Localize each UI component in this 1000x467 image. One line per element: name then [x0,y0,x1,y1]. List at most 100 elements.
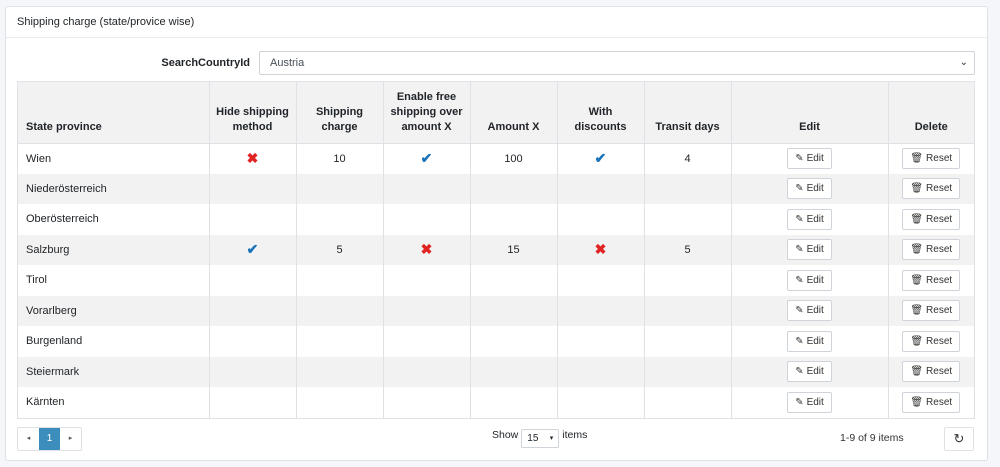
edit-button[interactable]: ✎ Edit [787,300,832,322]
reset-button[interactable]: 🗑 Reset [902,239,961,261]
cell-delete: 🗑 Reset [888,326,974,357]
col-header-hide-shipping[interactable]: Hide shipping method [209,82,297,144]
edit-button[interactable]: ✎ Edit [787,391,832,413]
trash-icon: 🗑 [910,183,924,195]
pencil-icon: ✎ [795,213,804,225]
trash-icon: 🗑 [910,274,924,286]
check-icon: ✔ [420,150,433,166]
state-province-grid: State province Hide shipping method Shipp… [17,81,975,419]
cell-delete: 🗑 Reset [888,143,974,174]
col-header-transit-days[interactable]: Transit days [644,82,732,144]
show-label: Show [492,429,519,441]
cell-state: Wien [18,143,210,174]
reset-button[interactable]: 🗑 Reset [902,300,961,322]
refresh-button[interactable]: ↻ [944,427,974,451]
search-country-label: SearchCountryId [161,57,250,69]
edit-button[interactable]: ✎ Edit [787,330,832,352]
cell-free-shipping [383,387,471,418]
cell-free-shipping [383,295,471,326]
trash-icon: 🗑 [910,213,924,225]
cell-edit: ✎ Edit [731,387,889,418]
page-size-select[interactable]: 15 ▾ [521,428,560,448]
state-province-table: State province Hide shipping method Shipp… [18,82,974,418]
cell-shipping-charge [296,356,384,387]
cell-amount-x: 15 [470,234,558,265]
page-size-control: Show 15 ▾ items [492,423,587,448]
cell-shipping-charge [296,295,384,326]
reset-button[interactable]: 🗑 Reset [902,391,961,413]
table-row: Steiermark ✎ Edit 🗑 Reset [18,356,974,387]
cell-amount-x [470,295,558,326]
cell-shipping-charge [296,387,384,418]
trash-icon: 🗑 [910,366,924,378]
check-icon: ✔ [594,150,607,166]
cell-delete: 🗑 Reset [888,356,974,387]
edit-button[interactable]: ✎ Edit [787,239,832,261]
cell-hide-shipping: ✖ [209,143,297,174]
table-row: Salzburg ✔ 5 ✖ 15 ✖ 5 ✎ Edit 🗑 Reset [18,234,974,265]
cell-amount-x [470,356,558,387]
edit-button[interactable]: ✎ Edit [787,361,832,383]
card-title: Shipping charge (state/provice wise) [17,16,195,28]
cell-free-shipping [383,204,471,235]
trash-icon: 🗑 [910,396,924,408]
edit-button[interactable]: ✎ Edit [787,269,832,291]
page-1-button[interactable]: 1 [39,428,60,450]
col-header-shipping-charge[interactable]: Shipping charge [296,82,384,144]
col-header-free-shipping[interactable]: Enable free shipping over amount X [383,82,471,144]
chevron-down-icon: ⌄ [959,57,968,68]
check-icon: ✔ [246,241,259,258]
refresh-icon: ↻ [953,431,965,446]
cell-free-shipping [383,356,471,387]
cell-with-discounts [557,356,645,387]
cell-hide-shipping: ✔ [209,234,297,265]
table-row: Vorarlberg ✎ Edit 🗑 Reset [18,295,974,326]
reset-button[interactable]: 🗑 Reset [902,208,961,230]
cell-shipping-charge [296,173,384,204]
cell-shipping-charge [296,204,384,235]
cross-icon: ✖ [594,241,607,258]
cell-state: Tirol [18,265,210,296]
cell-delete: 🗑 Reset [888,234,974,265]
cell-transit-days [644,265,732,296]
table-row: Kärnten ✎ Edit 🗑 Reset [18,387,974,418]
cell-state: Oberösterreich [18,204,210,235]
col-header-amount-x[interactable]: Amount X [470,82,558,144]
col-header-state[interactable]: State province [18,82,210,144]
cell-with-discounts: ✖ [557,234,645,265]
prev-page-button[interactable]: ◂ [18,428,39,450]
search-country-select[interactable]: Austria ⌄ [259,51,975,75]
cell-amount-x [470,204,558,235]
cell-edit: ✎ Edit [731,143,889,174]
cell-edit: ✎ Edit [731,326,889,357]
cell-delete: 🗑 Reset [888,173,974,204]
cell-with-discounts [557,295,645,326]
trash-icon: 🗑 [910,335,924,347]
edit-button[interactable]: ✎ Edit [787,178,832,200]
cell-transit-days [644,204,732,235]
cell-with-discounts [557,204,645,235]
cell-state: Vorarlberg [18,295,210,326]
reset-button[interactable]: 🗑 Reset [902,178,961,200]
edit-button[interactable]: ✎ Edit [787,148,832,169]
cell-amount-x [470,265,558,296]
col-header-with-discounts[interactable]: With discounts [557,82,645,144]
pagination: ◂ 1 ▸ [17,427,82,451]
reset-button[interactable]: 🗑 Reset [902,330,961,352]
cell-delete: 🗑 Reset [888,204,974,235]
search-country-value: Austria [270,57,305,69]
reset-button[interactable]: 🗑 Reset [902,148,961,169]
cell-amount-x [470,387,558,418]
cell-hide-shipping [209,326,297,357]
cell-free-shipping [383,326,471,357]
reset-button[interactable]: 🗑 Reset [902,361,961,383]
cell-hide-shipping [209,173,297,204]
reset-button[interactable]: 🗑 Reset [902,269,961,291]
edit-button[interactable]: ✎ Edit [787,208,832,230]
next-page-button[interactable]: ▸ [60,428,81,450]
cell-free-shipping: ✖ [383,234,471,265]
cell-hide-shipping [209,265,297,296]
cell-delete: 🗑 Reset [888,387,974,418]
cell-with-discounts [557,173,645,204]
pencil-icon: ✎ [795,305,804,317]
